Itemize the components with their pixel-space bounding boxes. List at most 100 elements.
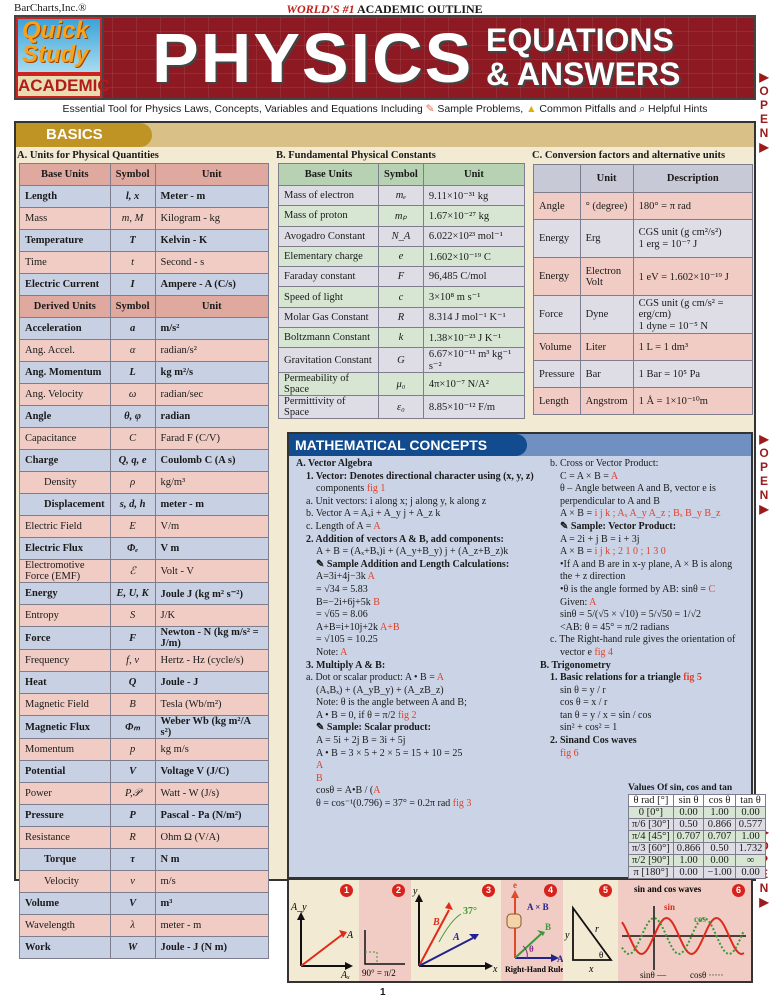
legend-sin: sinθ — (640, 970, 667, 980)
figure-number: 4 (544, 884, 557, 897)
description: Essential Tool for Physics Laws, Concept… (62, 103, 708, 115)
figure-reference-link[interactable]: A (437, 672, 444, 683)
table-cell: Electromotive Force (EMF) (19, 559, 111, 583)
math-line: = √65 = 8.06 (316, 609, 368, 621)
figure-reference-link[interactable]: fig 5 (683, 672, 702, 683)
table-cell: P,𝒫 (109, 782, 156, 805)
table-row: π/6 [30°] 0.50 0.866 0.577 (628, 818, 767, 831)
table-cell: 6.67×10⁻¹¹ m³ kg⁻¹ s⁻² (422, 347, 526, 374)
figure-reference-link[interactable]: A (316, 760, 323, 771)
table-cell: Tesla (Wb/m²) (154, 693, 270, 716)
hand-icon (506, 913, 522, 929)
table-cell: c (378, 286, 424, 308)
math-line: Given: A (560, 596, 597, 608)
table-row: Electric Field E V/m (19, 515, 270, 538)
table-cell: Weber Wb (kg m²/A s²) (154, 715, 270, 739)
figure-reference-link[interactable]: fig 6 (560, 748, 579, 759)
table-cell: 8.314 J mol⁻¹ K⁻¹ (422, 306, 526, 329)
figure-reference-link[interactable]: A (611, 471, 618, 482)
table-cell: Temperature (19, 229, 111, 252)
math-line: C = A × B = A (560, 470, 619, 482)
table-row: π/3 [60°] 0.866 0.50 1.732 (628, 842, 767, 855)
figures-strip: 1 A_y A Aₓ 2 90° = π/2 3 y x B A 37° 4 e… (287, 880, 753, 983)
math-line: A. Vector Algebra (296, 458, 373, 469)
table-row: π/4 [45°] 0.707 0.707 1.00 (628, 830, 767, 843)
column-header: Symbol (109, 163, 156, 186)
logo-quickstudy: Quick Study (16, 17, 102, 74)
quickstudy-logo: Quick Study ACADEMIC (16, 17, 110, 98)
math-left-column: A. Vector Algebra 1. Vector: Denotes dire… (296, 458, 541, 811)
table-cell: −1.00 (703, 866, 736, 879)
section-title-math: MATHEMATICAL CONCEPTS (289, 434, 527, 456)
table-row: Ang. Accel. α radian/s² (19, 339, 270, 362)
table-row: Mass of proton mₚ 1.67×10⁻²⁷ kg (278, 205, 526, 227)
figure-number: 1 (340, 884, 353, 897)
label-axb: A × B (527, 902, 549, 912)
arrow-icon: ▶ (759, 140, 769, 154)
conversions-title: C. Conversion factors and alternative un… (532, 150, 726, 161)
table-row: Displacement s, d, h meter - m (19, 493, 270, 516)
table-cell: ω (109, 383, 156, 406)
table-cell: L (109, 361, 156, 384)
figure-reference-link[interactable]: i j k ; 2 1 0 ; 1 3 0 (595, 546, 666, 557)
math-line: A + B = (Aₓ+Bₓ)i + (A_y+B_y) j + (A_z+B_… (316, 546, 509, 558)
open-tab-top[interactable]: ▶ O P E N ▶ (757, 70, 771, 154)
table-cell: J/K (154, 604, 270, 627)
table-cell: 1.00 (672, 854, 705, 867)
table-cell: N m (154, 848, 270, 871)
table-cell: π/2 [90°] (628, 854, 674, 867)
math-right-column: b. Cross or Vector Product: C = A × B = A… (540, 458, 750, 760)
math-line: Note: θ is the angle between A and B; (316, 697, 467, 709)
table-cell: ∞ (734, 854, 767, 867)
table-cell: 0.00 (672, 866, 705, 879)
figure-reference-link[interactable]: A (340, 647, 347, 658)
table-cell: Ohm Ω (V/A) (154, 826, 270, 849)
figure-reference-link[interactable]: fig 2 (398, 710, 417, 721)
page-number: 1 (380, 987, 386, 998)
figure-reference-link[interactable]: fig 3 (453, 798, 472, 809)
figure-reference-link[interactable]: A (373, 521, 380, 532)
table-row: Speed of light c 3×10⁸ m s⁻¹ (278, 286, 526, 308)
column-header: Base Units (278, 163, 379, 186)
table-cell: π/4 [45°] (628, 830, 674, 843)
table-cell: Q, q, e (109, 449, 156, 472)
table-cell: Elementary charge (278, 245, 379, 268)
table-cell: V (109, 760, 156, 783)
logo-academic: ACADEMIC (16, 74, 110, 98)
math-line: (AₓBₓ) + (A_yB_y) + (A_zB_z) (316, 684, 444, 696)
figure-reference-link[interactable]: A+B (380, 622, 400, 633)
figure-reference-link[interactable]: i j k ; Aₓ A_y A_z ; Bₓ B_y B_z (595, 508, 721, 519)
math-line: cosθ = A•B / (A (316, 785, 381, 797)
table-cell: Ang. Velocity (19, 383, 111, 406)
table-cell: Molar Gas Constant (278, 306, 379, 329)
table-cell: Work (19, 936, 111, 959)
figure-6: 6 sin and cos waves sin cos sinθ — cosθ … (618, 880, 751, 981)
figure-reference-link[interactable]: A (368, 571, 375, 582)
table-cell: Magnetic Field (19, 693, 111, 716)
math-line: Note: A (316, 646, 348, 658)
figure-reference-link[interactable]: B (373, 597, 380, 608)
table-cell: 0 [0°] (628, 806, 674, 819)
figure-reference-link[interactable]: C (708, 584, 715, 595)
table-cell: 0.00 (672, 806, 705, 819)
figure-reference-link[interactable]: fig 1 (367, 483, 386, 494)
table-cell: Newton - N (kg m/s² = J/m) (154, 626, 270, 650)
table-cell: t (109, 251, 156, 274)
table-row: Ang. Velocity ω radian/sec (19, 383, 270, 406)
table-cell: Time (19, 251, 111, 274)
table-cell: Speed of light (278, 286, 379, 308)
constants-title: B. Fundamental Physical Constants (276, 150, 436, 161)
table-cell: 0.866 (672, 842, 705, 855)
table-cell: Boltzmann Constant (278, 327, 379, 349)
figure-reference-link[interactable]: fig 4 (594, 647, 613, 658)
column-header: Unit (422, 163, 526, 186)
table-cell: Bar (579, 360, 634, 388)
open-tab-middle[interactable]: ▶ O P E N ▶ (757, 432, 771, 516)
column-header: Unit (579, 164, 634, 193)
table-row: Volume Liter 1 L = 1 dm³ (533, 333, 754, 361)
table-row: Entropy S J/K (19, 604, 270, 627)
figure-reference-link[interactable]: A (589, 597, 596, 608)
figure-reference-link[interactable]: B (316, 773, 323, 784)
figure-reference-link[interactable]: A (373, 785, 380, 796)
table-cell: 96,485 C/mol (422, 266, 526, 288)
